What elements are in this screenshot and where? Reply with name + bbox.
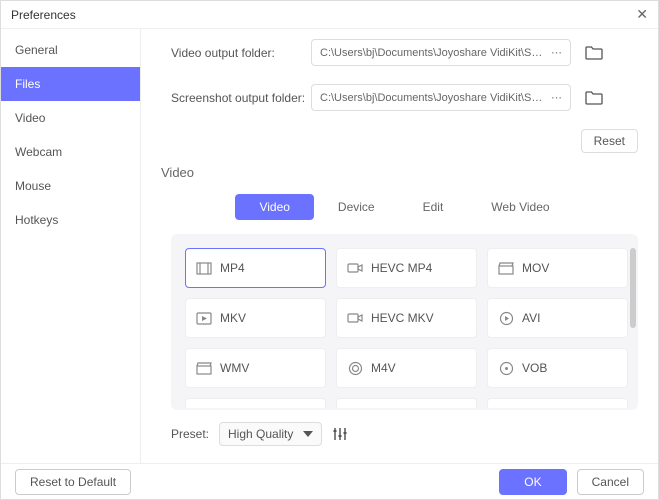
format-option-mp4[interactable]: MP4 bbox=[185, 248, 326, 288]
format-label: MKV bbox=[220, 311, 246, 325]
main: General Files Video Webcam Mouse Hotkeys… bbox=[1, 29, 658, 463]
sidebar-item-webcam[interactable]: Webcam bbox=[1, 135, 140, 169]
preset-label: Preset: bbox=[171, 427, 209, 441]
equalizer-icon bbox=[332, 427, 348, 441]
preset-select[interactable]: High Quality bbox=[219, 422, 322, 446]
sidebar-item-video[interactable]: Video bbox=[1, 101, 140, 135]
play-circ-icon bbox=[498, 311, 514, 325]
video-output-label: Video output folder: bbox=[171, 46, 311, 60]
close-icon[interactable]: ✕ bbox=[636, 6, 648, 23]
camera-icon bbox=[347, 261, 363, 275]
folder-icon bbox=[585, 45, 603, 60]
video-output-browse-button[interactable] bbox=[585, 45, 603, 60]
footer: Reset to Default OK Cancel bbox=[1, 463, 658, 499]
format-label: VOB bbox=[522, 361, 547, 375]
format-option-av1-mkv[interactable]: AV1 MKV bbox=[336, 398, 477, 408]
format-option-mkv[interactable]: MKV bbox=[185, 298, 326, 338]
ok-button[interactable]: OK bbox=[499, 469, 566, 495]
preset-row: Preset: High Quality bbox=[171, 422, 638, 446]
format-option-hevc-mp4[interactable]: HEVC MP4 bbox=[336, 248, 477, 288]
disc-icon bbox=[498, 361, 514, 375]
cancel-button[interactable]: Cancel bbox=[577, 469, 644, 495]
format-option-av1-mp4[interactable]: AV1 MP4 bbox=[185, 398, 326, 408]
format-option-hevc-mkv[interactable]: HEVC MKV bbox=[336, 298, 477, 338]
screenshot-output-value: C:\Users\bj\Documents\Joyoshare VidiKit\… bbox=[320, 92, 547, 104]
equalizer-button[interactable] bbox=[332, 427, 348, 441]
format-label: HEVC MKV bbox=[371, 311, 434, 325]
content: Video output folder: C:\Users\bj\Documen… bbox=[141, 29, 658, 463]
reset-default-button[interactable]: Reset to Default bbox=[15, 469, 131, 495]
format-option-avi[interactable]: AVI bbox=[487, 298, 628, 338]
sidebar-item-hotkeys[interactable]: Hotkeys bbox=[1, 203, 140, 237]
video-output-value: C:\Users\bj\Documents\Joyoshare VidiKit\… bbox=[320, 47, 547, 59]
ellipsis-icon[interactable]: ⋯ bbox=[551, 46, 562, 59]
chevron-down-icon bbox=[303, 431, 313, 437]
video-section-title: Video bbox=[161, 165, 638, 180]
format-tabs: Video Device Edit Web Video bbox=[171, 194, 638, 220]
folder-icon bbox=[585, 90, 603, 105]
camera-icon bbox=[347, 311, 363, 325]
sidebar-item-files[interactable]: Files bbox=[1, 67, 140, 101]
format-option-mov[interactable]: MOV bbox=[487, 248, 628, 288]
format-label: M4V bbox=[371, 361, 396, 375]
film-icon bbox=[196, 261, 212, 275]
format-label: HEVC MP4 bbox=[371, 261, 432, 275]
format-option-mpeg[interactable]: MPEG bbox=[487, 398, 628, 408]
ellipsis-icon[interactable]: ⋯ bbox=[551, 91, 562, 104]
scrollbar[interactable] bbox=[630, 248, 636, 328]
window-title: Preferences bbox=[11, 8, 76, 22]
clap-icon bbox=[498, 261, 514, 275]
format-option-m4v[interactable]: M4V bbox=[336, 348, 477, 388]
reset-paths-button[interactable]: Reset bbox=[581, 129, 638, 153]
tab-web-video[interactable]: Web Video bbox=[467, 194, 573, 220]
format-label: WMV bbox=[220, 361, 249, 375]
footer-right: OK Cancel bbox=[499, 469, 644, 495]
format-grid: MP4 HEVC MP4 MOV MKV HEVC MKV AVI WMV M4V VOB AV1… bbox=[185, 248, 628, 408]
sidebar-item-general[interactable]: General bbox=[1, 33, 140, 67]
video-output-row: Video output folder: C:\Users\bj\Documen… bbox=[171, 39, 638, 66]
screenshot-output-row: Screenshot output folder: C:\Users\bj\Do… bbox=[171, 84, 638, 111]
play-rect-icon bbox=[196, 311, 212, 325]
format-label: MP4 bbox=[220, 261, 245, 275]
format-option-wmv[interactable]: WMV bbox=[185, 348, 326, 388]
format-option-vob[interactable]: VOB bbox=[487, 348, 628, 388]
screenshot-output-browse-button[interactable] bbox=[585, 90, 603, 105]
video-output-path[interactable]: C:\Users\bj\Documents\Joyoshare VidiKit\… bbox=[311, 39, 571, 66]
tab-device[interactable]: Device bbox=[314, 194, 399, 220]
format-label: MOV bbox=[522, 261, 549, 275]
sidebar: General Files Video Webcam Mouse Hotkeys bbox=[1, 29, 141, 463]
titlebar: Preferences ✕ bbox=[1, 1, 658, 29]
target-icon bbox=[347, 361, 363, 375]
clap-icon bbox=[196, 361, 212, 375]
tab-video[interactable]: Video bbox=[235, 194, 313, 220]
format-label: AVI bbox=[522, 311, 540, 325]
preset-value: High Quality bbox=[228, 427, 293, 441]
screenshot-output-path[interactable]: C:\Users\bj\Documents\Joyoshare VidiKit\… bbox=[311, 84, 571, 111]
screenshot-output-label: Screenshot output folder: bbox=[171, 91, 311, 105]
tab-edit[interactable]: Edit bbox=[399, 194, 468, 220]
sidebar-item-mouse[interactable]: Mouse bbox=[1, 169, 140, 203]
format-panel: MP4 HEVC MP4 MOV MKV HEVC MKV AVI WMV M4V VOB AV1… bbox=[171, 234, 638, 410]
